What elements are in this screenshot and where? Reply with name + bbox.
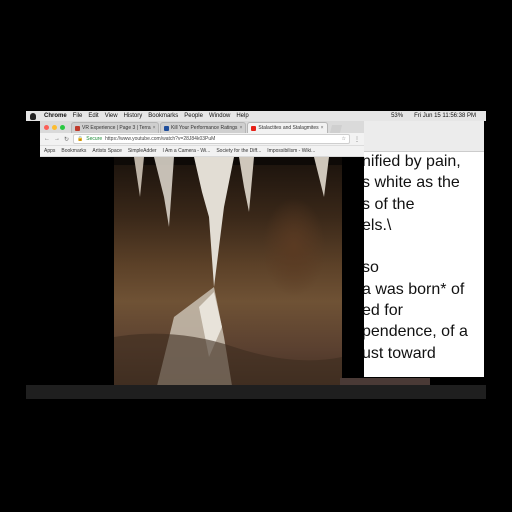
editor-line: pendence, of a [364,323,468,341]
bookmarks-bar: Apps Bookmarks Artists Space SimpleAdder… [40,145,364,156]
tab-title: Stalactites and Stalagmites [258,125,319,131]
bookmark-bookmarks[interactable]: Bookmarks [61,148,86,154]
new-tab-button[interactable] [329,125,342,133]
bookmark-society[interactable]: Society for the Diff... [216,148,261,154]
cave-stalactites-image [114,157,342,398]
close-window-button[interactable] [44,124,49,130]
tab-title: VR Experience | Page 3 | Terra [82,125,151,131]
reload-icon[interactable]: ↻ [64,136,69,143]
address-bar[interactable]: 🔒 Secure https://www.youtube.com/watch?v… [73,134,350,144]
bookmark-i-am-a-camera[interactable]: I Am a Camera - Wi... [163,148,211,154]
editor-line: so [364,259,379,277]
mac-menubar: Chrome File Edit View History Bookmarks … [26,111,486,121]
editor-line: s of the [364,195,415,213]
editor-line: els.\ [364,216,392,234]
menu-help[interactable]: Help [236,113,248,119]
lock-icon: 🔒 [77,136,84,142]
editor-line: s white as the [364,174,460,192]
address-row: ← → ↻ 🔒 Secure https://www.youtube.com/w… [40,133,364,145]
hbr-icon [164,125,169,131]
menu-people[interactable]: People [184,113,203,119]
menu-bookmarks[interactable]: Bookmarks [148,113,178,119]
zoom-window-button[interactable] [60,124,65,130]
editor-document[interactable]: nified by pain, s white as the s of the … [364,151,468,377]
apple-icon[interactable] [30,112,36,120]
menu-file[interactable]: File [73,113,83,119]
bookmark-impossibilism[interactable]: Impossibilism - Wiki... [267,148,315,154]
tab-vr-experience[interactable]: VR Experience | Page 3 | Terra × [71,122,159,133]
editor-line: a was born* of [364,280,465,298]
tab-performance-ratings[interactable]: Kill Your Performance Ratings × [160,122,247,133]
chrome-window: VR Experience | Page 3 | Terra × Kill Yo… [40,121,364,157]
bookmark-simpleadder[interactable]: SimpleAdder [128,148,157,154]
secure-label: Secure [86,136,103,142]
editor-line: ed for [364,302,403,320]
menu-edit[interactable]: Edit [88,113,98,119]
back-icon[interactable]: ← [44,136,50,142]
menu-window[interactable]: Window [209,113,230,119]
editor-line: nified by pain, [364,153,461,170]
clock[interactable]: Fri Jun 15 11:56:38 PM [414,113,476,119]
opera-icon [75,125,80,131]
window-fragment [340,378,430,385]
battery-percentage[interactable]: 53% [391,113,403,119]
url-text: https://www.youtube.com/watch?v=28J84k03… [105,136,216,142]
screen-bottom-strip [26,385,486,399]
menu-view[interactable]: View [105,113,118,119]
video-player[interactable] [114,157,342,398]
text-editor-window: nified by pain, s white as the s of the … [364,121,484,377]
menu-app-name[interactable]: Chrome [44,113,67,119]
tab-strip: VR Experience | Page 3 | Terra × Kill Yo… [40,121,364,133]
menu-history[interactable]: History [124,113,143,119]
bookmark-apps[interactable]: Apps [44,148,55,154]
minimize-window-button[interactable] [52,124,57,130]
tab-stalactites[interactable]: Stalactites and Stalagmites × [247,122,328,133]
close-tab-icon[interactable]: × [153,125,156,131]
forward-icon[interactable]: → [54,136,60,142]
bookmark-star-icon[interactable]: ☆ [342,136,346,142]
tab-title: Kill Your Performance Ratings [171,125,238,131]
close-tab-icon[interactable]: × [321,125,324,131]
editor-toolbar [364,121,484,152]
editor-line: . [364,364,468,377]
close-tab-icon[interactable]: × [239,125,242,131]
youtube-icon [251,125,257,131]
menu-dots-icon[interactable]: ⋮ [354,136,360,143]
bookmark-artists-space[interactable]: Artists Space [92,148,121,154]
window-controls [44,121,65,133]
editor-line: ust toward [364,344,436,362]
